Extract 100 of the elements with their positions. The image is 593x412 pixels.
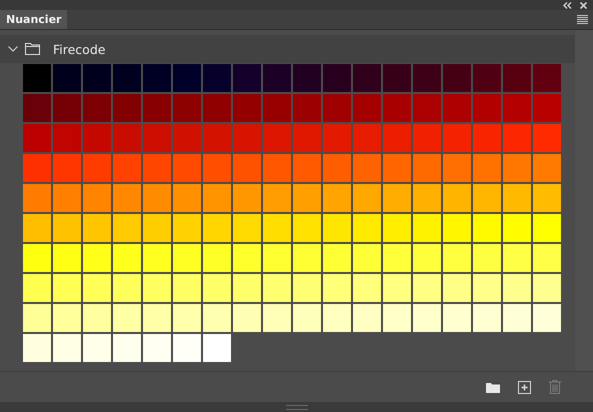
color-swatch[interactable] — [353, 154, 381, 182]
color-swatch[interactable] — [263, 94, 291, 122]
color-swatch[interactable] — [293, 154, 321, 182]
color-swatch[interactable] — [83, 214, 111, 242]
color-swatch[interactable] — [263, 304, 291, 332]
color-swatch[interactable] — [83, 274, 111, 302]
color-swatch[interactable] — [473, 64, 501, 92]
color-swatch[interactable] — [53, 304, 81, 332]
color-swatch[interactable] — [443, 304, 471, 332]
color-swatch[interactable] — [233, 244, 261, 272]
color-swatch[interactable] — [233, 274, 261, 302]
color-swatch[interactable] — [53, 334, 81, 362]
color-swatch[interactable] — [233, 124, 261, 152]
collapse-icon[interactable] — [563, 2, 572, 8]
group-header[interactable]: Firecode — [0, 35, 575, 63]
color-swatch[interactable] — [83, 124, 111, 152]
color-swatch[interactable] — [353, 244, 381, 272]
color-swatch[interactable] — [83, 64, 111, 92]
color-swatch[interactable] — [413, 184, 441, 212]
color-swatch[interactable] — [383, 304, 411, 332]
color-swatch[interactable] — [383, 64, 411, 92]
color-swatch[interactable] — [23, 244, 51, 272]
color-swatch[interactable] — [233, 154, 261, 182]
color-swatch[interactable] — [143, 184, 171, 212]
color-swatch[interactable] — [473, 274, 501, 302]
color-swatch[interactable] — [173, 64, 201, 92]
color-swatch[interactable] — [263, 154, 291, 182]
color-swatch[interactable] — [233, 214, 261, 242]
color-swatch[interactable] — [83, 244, 111, 272]
color-swatch[interactable] — [173, 124, 201, 152]
color-swatch[interactable] — [473, 94, 501, 122]
color-swatch[interactable] — [23, 334, 51, 362]
color-swatch[interactable] — [113, 64, 141, 92]
color-swatch[interactable] — [143, 94, 171, 122]
color-swatch[interactable] — [323, 304, 351, 332]
color-swatch[interactable] — [413, 124, 441, 152]
color-swatch[interactable] — [383, 94, 411, 122]
color-swatch[interactable] — [293, 304, 321, 332]
color-swatch[interactable] — [443, 124, 471, 152]
color-swatch[interactable] — [203, 244, 231, 272]
color-swatch[interactable] — [323, 154, 351, 182]
color-swatch[interactable] — [143, 244, 171, 272]
folder-icon[interactable] — [486, 382, 500, 392]
close-icon[interactable] — [580, 2, 587, 8]
color-swatch[interactable] — [503, 64, 531, 92]
color-swatch[interactable] — [443, 214, 471, 242]
color-swatch[interactable] — [83, 334, 111, 362]
color-swatch[interactable] — [23, 124, 51, 152]
color-swatch[interactable] — [323, 94, 351, 122]
color-swatch[interactable] — [503, 94, 531, 122]
color-swatch[interactable] — [503, 154, 531, 182]
color-swatch[interactable] — [233, 184, 261, 212]
new-swatch-icon[interactable] — [518, 380, 531, 394]
color-swatch[interactable] — [173, 304, 201, 332]
color-swatch[interactable] — [503, 304, 531, 332]
color-swatch[interactable] — [383, 124, 411, 152]
color-swatch[interactable] — [143, 64, 171, 92]
color-swatch[interactable] — [173, 214, 201, 242]
color-swatch[interactable] — [383, 214, 411, 242]
color-swatch[interactable] — [113, 214, 141, 242]
color-swatch[interactable] — [413, 64, 441, 92]
color-swatch[interactable] — [203, 64, 231, 92]
color-swatch[interactable] — [53, 64, 81, 92]
color-swatch[interactable] — [503, 124, 531, 152]
color-swatch[interactable] — [383, 184, 411, 212]
color-swatch[interactable] — [293, 184, 321, 212]
color-swatch[interactable] — [53, 274, 81, 302]
color-swatch[interactable] — [233, 304, 261, 332]
color-swatch[interactable] — [293, 64, 321, 92]
color-swatch[interactable] — [113, 124, 141, 152]
color-swatch[interactable] — [533, 214, 561, 242]
color-swatch[interactable] — [53, 124, 81, 152]
color-swatch[interactable] — [173, 244, 201, 272]
color-swatch[interactable] — [53, 154, 81, 182]
color-swatch[interactable] — [83, 304, 111, 332]
color-swatch[interactable] — [263, 124, 291, 152]
color-swatch[interactable] — [143, 334, 171, 362]
color-swatch[interactable] — [263, 214, 291, 242]
color-swatch[interactable] — [443, 184, 471, 212]
panel-tab[interactable]: Nuancier — [0, 10, 68, 29]
menu-icon[interactable] — [577, 15, 588, 24]
color-swatch[interactable] — [113, 154, 141, 182]
color-swatch[interactable] — [413, 214, 441, 242]
color-swatch[interactable] — [83, 94, 111, 122]
resize-grip[interactable] — [286, 404, 308, 410]
color-swatch[interactable] — [113, 274, 141, 302]
color-swatch[interactable] — [173, 334, 201, 362]
color-swatch[interactable] — [143, 214, 171, 242]
color-swatch[interactable] — [293, 244, 321, 272]
color-swatch[interactable] — [53, 214, 81, 242]
color-swatch[interactable] — [263, 184, 291, 212]
color-swatch[interactable] — [293, 274, 321, 302]
color-swatch[interactable] — [473, 304, 501, 332]
color-swatch[interactable] — [473, 244, 501, 272]
color-swatch[interactable] — [23, 94, 51, 122]
color-swatch[interactable] — [233, 94, 261, 122]
color-swatch[interactable] — [473, 214, 501, 242]
color-swatch[interactable] — [503, 274, 531, 302]
color-swatch[interactable] — [443, 274, 471, 302]
color-swatch[interactable] — [323, 214, 351, 242]
